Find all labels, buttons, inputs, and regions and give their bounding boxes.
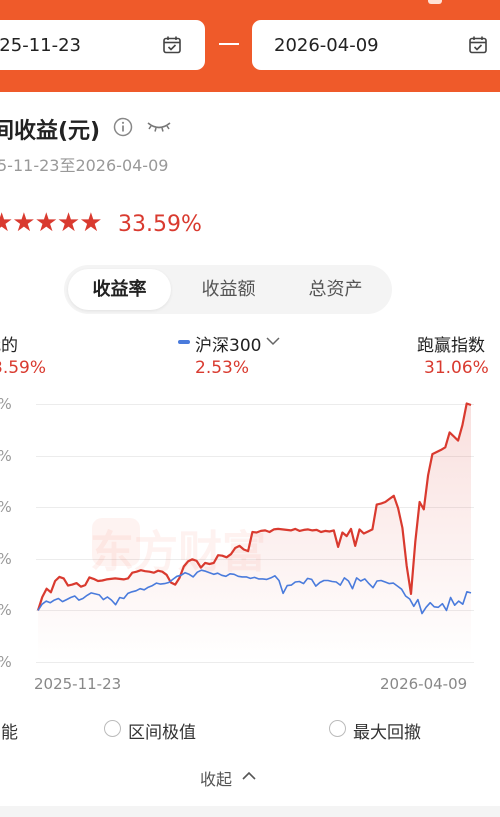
- status-notch: [428, 0, 442, 4]
- x-tick-label: 2025-11-23: [34, 675, 122, 693]
- y-tick-label: 0%: [0, 447, 12, 465]
- option-range-extreme-label[interactable]: 区间极值: [128, 718, 196, 743]
- section-title: 间收益(元): [0, 119, 101, 144]
- hs300-legend-swatch: [178, 340, 190, 344]
- legend-beat-label: 跑赢指数: [417, 336, 485, 356]
- y-tick-label: 0%: [0, 395, 12, 413]
- chevron-down-icon[interactable]: [266, 336, 280, 346]
- calendar-icon[interactable]: [162, 35, 182, 55]
- y-tick-label: 0%: [0, 601, 12, 619]
- grid-line: [36, 404, 474, 405]
- end-date-field[interactable]: 2026-04-09: [252, 20, 500, 70]
- metric-tabs: 收益率 收益额 总资产: [64, 265, 392, 314]
- chevron-up-icon[interactable]: [241, 770, 257, 782]
- returns-card: [0, 92, 500, 817]
- y-tick-label: 0%: [0, 550, 12, 568]
- eye-closed-icon[interactable]: [146, 118, 172, 134]
- end-date-text: 2026-04-09: [274, 34, 379, 56]
- start-date-text: 2025-11-23: [0, 34, 81, 56]
- legend-beat-value: 31.06%: [424, 358, 489, 378]
- grid-line: [36, 610, 474, 611]
- x-tick-label: 2026-04-09: [380, 675, 468, 693]
- legend-hs300-label[interactable]: 沪深300: [195, 331, 261, 356]
- calendar-icon[interactable]: [468, 35, 488, 55]
- rating-percent: 33.59%: [118, 212, 202, 237]
- collapse-button[interactable]: 收起: [200, 766, 232, 790]
- option-function-label[interactable]: 功能: [0, 718, 18, 743]
- start-date-field[interactable]: 2025-11-23: [0, 20, 205, 70]
- option-max-drawdown-label[interactable]: 最大回撤: [353, 718, 421, 743]
- y-tick-label: 0%: [0, 498, 12, 516]
- date-range-subtitle: 5-11-23至2026-04-09: [0, 156, 169, 175]
- grid-line: [36, 456, 474, 457]
- bottom-divider: [0, 806, 500, 817]
- legend-mine-value: 3.59%: [0, 358, 47, 378]
- watermark-text: 东方财富: [90, 527, 266, 578]
- tab-return-rate[interactable]: 收益率: [68, 269, 171, 310]
- tab-total-assets[interactable]: 总资产: [284, 269, 387, 310]
- info-icon[interactable]: [113, 117, 133, 137]
- radio-range-extreme[interactable]: [104, 720, 121, 737]
- date-range-dash: [219, 43, 239, 45]
- y-tick-label: 0%: [0, 653, 12, 671]
- tab-return-amount[interactable]: 收益额: [177, 269, 280, 310]
- grid-line: [36, 662, 474, 663]
- grid-line: [36, 507, 474, 508]
- rating-stars: ★★★★★: [0, 208, 103, 238]
- radio-max-drawdown[interactable]: [329, 720, 346, 737]
- legend-mine-label: 我的: [0, 336, 18, 356]
- legend-hs300-value: 2.53%: [195, 358, 250, 378]
